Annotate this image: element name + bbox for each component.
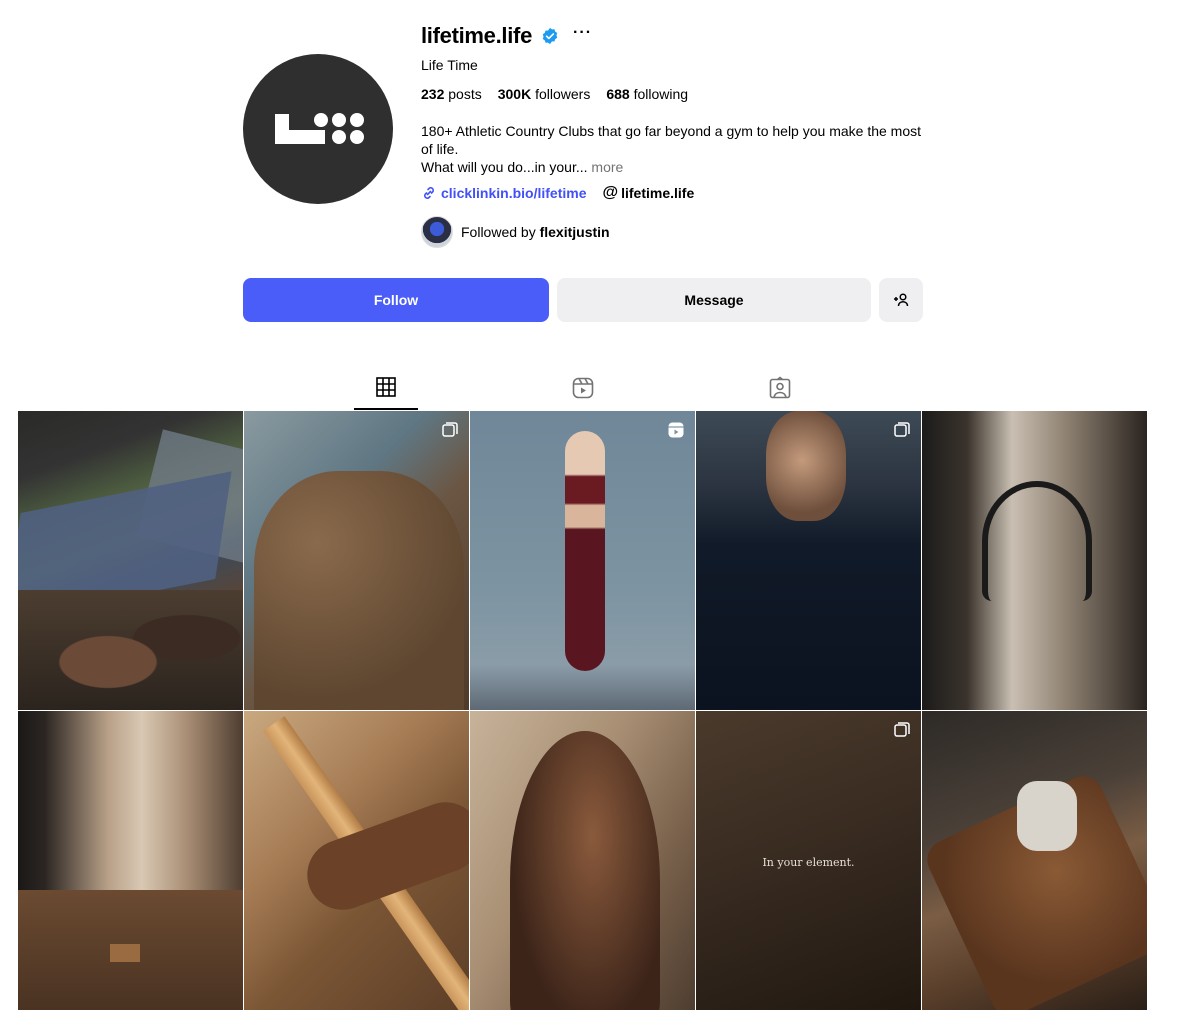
verified-badge-icon <box>542 27 558 45</box>
follow-button[interactable]: Follow <box>243 278 549 322</box>
threads-link[interactable]: @ lifetime.life <box>602 184 694 202</box>
bio-more-button[interactable]: more <box>591 159 623 175</box>
username: lifetime.life <box>421 23 533 48</box>
threads-icon: @ <box>602 184 619 201</box>
bio-line-2: What will you do...in your... more <box>421 159 624 175</box>
reel-icon <box>668 422 684 438</box>
grid-icon <box>376 377 396 397</box>
tab-tagged[interactable] <box>748 366 812 410</box>
link-icon <box>424 187 434 199</box>
profile-info: lifetime.life ··· Life Time 232 posts 30… <box>421 22 941 248</box>
post-thumbnail-portrait[interactable] <box>470 711 695 1010</box>
lifetime-logo-icon <box>275 113 364 144</box>
profile-tabs <box>243 366 923 410</box>
post-thumbnail-in-your-element[interactable]: In your element. <box>696 711 921 1010</box>
post-art <box>110 944 140 962</box>
post-art <box>254 471 464 710</box>
reels-icon <box>572 377 594 399</box>
post-thumbnail-pullover[interactable] <box>696 411 921 710</box>
posts-label: posts <box>448 86 482 102</box>
followers-label: followers <box>535 86 591 102</box>
profile-avatar[interactable] <box>243 54 393 204</box>
post-art <box>982 481 1092 601</box>
posts-count: 232 <box>421 86 445 102</box>
tagged-icon <box>769 376 791 399</box>
followed-by-label: Followed by <box>461 224 536 240</box>
posts-stat: 232 posts <box>421 86 482 102</box>
username-row: lifetime.life ··· <box>421 22 941 50</box>
followed-by-user: flexitjustin <box>539 224 610 240</box>
post-art <box>766 411 846 521</box>
post-caption: In your element. <box>762 856 855 869</box>
post-art <box>510 731 660 1010</box>
post-thumbnail-studio[interactable] <box>18 711 243 1010</box>
post-thumbnail-fleece[interactable] <box>244 411 469 710</box>
post-thumbnail-gym[interactable] <box>922 411 1147 710</box>
following-count: 688 <box>606 86 630 102</box>
post-thumbnail-lounge[interactable] <box>922 711 1147 1010</box>
posts-grid: In your element. <box>18 411 1147 1010</box>
suggested-accounts-button[interactable] <box>879 278 923 322</box>
links-row: clicklinkin.bio/lifetime @ lifetime.life <box>421 184 941 202</box>
followers-count: 300K <box>497 86 532 102</box>
post-art <box>18 590 243 710</box>
bio-link-text: clicklinkin.bio/lifetime <box>441 185 587 201</box>
carousel-icon <box>894 422 910 437</box>
message-button[interactable]: Message <box>557 278 871 322</box>
followed-by[interactable]: Followed by flexitjustin <box>421 216 941 248</box>
full-name: Life Time <box>421 57 478 73</box>
carousel-icon <box>894 722 910 737</box>
post-thumbnail-athlete[interactable] <box>470 411 695 710</box>
add-person-icon <box>894 293 909 307</box>
post-art <box>1017 781 1077 851</box>
follower-avatar <box>421 216 453 248</box>
post-thumbnail-tennis[interactable] <box>18 411 243 710</box>
carousel-icon <box>442 422 458 437</box>
profile-stats: 232 posts 300K followers 688 following <box>421 86 941 102</box>
following-stat[interactable]: 688 following <box>606 86 688 102</box>
tab-reels[interactable] <box>551 366 615 410</box>
bio: 180+ Athletic Country Clubs that go far … <box>421 122 921 176</box>
more-options-button[interactable]: ··· <box>573 25 592 44</box>
post-thumbnail-pilates-bar[interactable] <box>244 711 469 1010</box>
threads-handle: lifetime.life <box>621 185 695 201</box>
tab-posts[interactable] <box>354 366 418 410</box>
following-label: following <box>633 86 689 102</box>
post-art <box>565 431 605 671</box>
bio-link[interactable]: clicklinkin.bio/lifetime <box>421 185 586 201</box>
followers-stat[interactable]: 300K followers <box>498 86 591 102</box>
bio-line-1: 180+ Athletic Country Clubs that go far … <box>421 123 922 157</box>
